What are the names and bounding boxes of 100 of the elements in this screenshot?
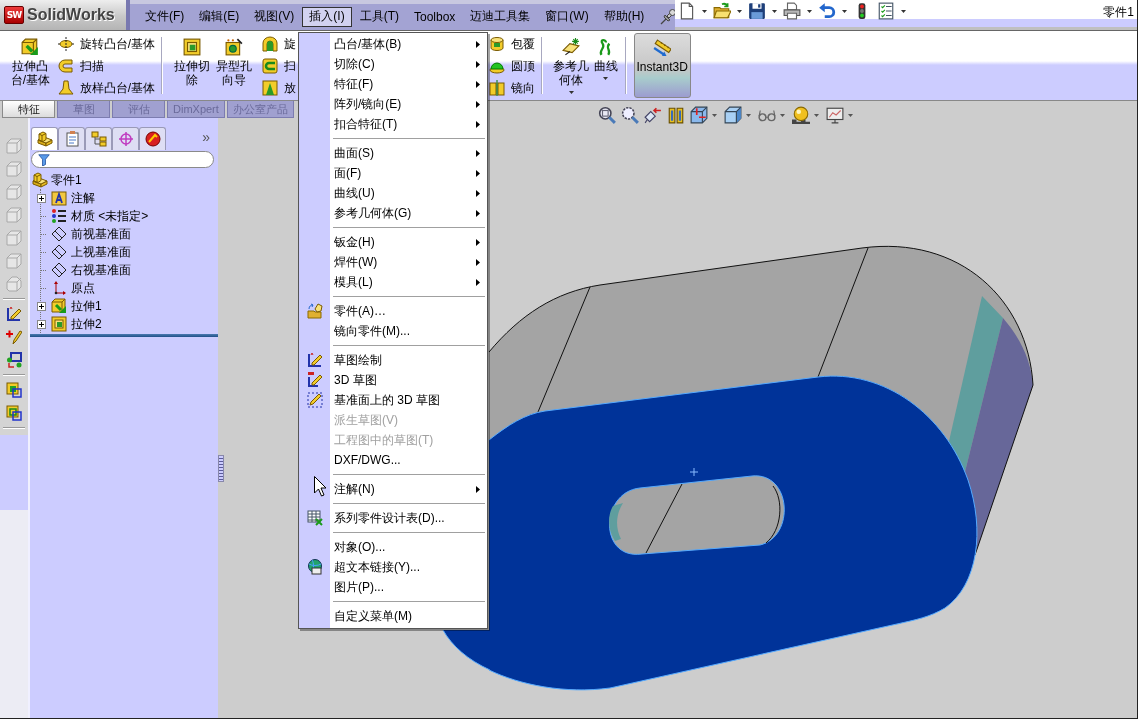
menu-item[interactable]: 曲面(S) <box>299 143 487 163</box>
tree-item[interactable]: 原点 <box>71 279 95 297</box>
menu-item[interactable]: 零件(A)… <box>299 301 487 321</box>
panel-tab[interactable] <box>31 127 58 150</box>
menu-item[interactable]: 曲线(U) <box>299 183 487 203</box>
command-button[interactable]: 镜向 <box>488 77 535 99</box>
menu-item[interactable]: 注解(N) <box>299 479 487 499</box>
menu-item[interactable]: 视图(V) <box>247 6 302 27</box>
panel-tab[interactable] <box>139 127 166 150</box>
menu-item[interactable]: 对象(O)... <box>299 537 487 557</box>
caret-icon[interactable] <box>772 10 777 13</box>
previous-view-icon[interactable] <box>644 106 662 124</box>
command-button[interactable]: 扫 <box>261 55 296 77</box>
shaded-cube-icon[interactable] <box>724 106 742 124</box>
twin-bars-icon[interactable] <box>667 106 685 124</box>
menu-item[interactable]: 超文本链接(Y)... <box>299 557 487 577</box>
command-button[interactable]: 拉伸切除 <box>170 31 213 100</box>
save-icon[interactable] <box>748 2 766 20</box>
menu-item[interactable]: Toolbox <box>407 6 463 27</box>
menu-item[interactable]: 图片(P)... <box>299 577 487 597</box>
tree-item[interactable]: 前视基准面 <box>71 225 131 243</box>
menu-item[interactable]: DXF/DWG... <box>299 450 487 470</box>
view-cube-icon[interactable] <box>690 106 708 124</box>
menu-item[interactable]: 草图绘制 <box>299 350 487 370</box>
plane-icon <box>51 244 67 260</box>
dashed-sketch-icon <box>306 392 323 408</box>
command-button[interactable]: Instant3D <box>633 33 691 98</box>
command-button[interactable]: 放样凸台/基体 <box>57 77 156 99</box>
menu-item[interactable]: 插入(I) <box>302 6 352 27</box>
ruler-arrow-icon <box>653 39 672 57</box>
menu-item[interactable]: 工具(T) <box>352 6 406 27</box>
command-button[interactable]: 放 <box>261 77 296 99</box>
command-button[interactable]: 拉伸凸台/基体 <box>9 31 52 100</box>
folder-icon[interactable] <box>713 2 731 20</box>
block-square-icon[interactable] <box>6 382 22 398</box>
menu-item[interactable]: 系列零件设计表(D)... <box>299 508 487 528</box>
filter-field[interactable] <box>31 151 214 168</box>
menu-item[interactable]: 扣合特征(T) <box>299 114 487 134</box>
caret-icon[interactable] <box>737 10 742 13</box>
document-icon[interactable] <box>678 2 696 20</box>
menu-item[interactable]: 钣金(H) <box>299 232 487 252</box>
zoom-area-icon[interactable] <box>621 106 639 124</box>
panel-tab[interactable] <box>58 127 85 150</box>
menu-item[interactable]: 特征(F) <box>299 74 487 94</box>
menu-item[interactable]: 镜向零件(M)... <box>299 321 487 341</box>
checklist-icon[interactable] <box>877 2 895 20</box>
command-button[interactable]: 曲线 <box>592 31 619 100</box>
block-frame-icon[interactable] <box>6 405 22 421</box>
expand-plus-icon[interactable] <box>36 193 46 203</box>
menu-item[interactable]: 焊件(W) <box>299 252 487 272</box>
command-button[interactable]: 异型孔向导 <box>212 31 256 100</box>
expand-plus-icon[interactable] <box>36 301 46 311</box>
tree-item[interactable]: 拉伸1 <box>71 297 102 315</box>
command-button[interactable]: 扫描 <box>57 55 156 77</box>
sphere-checker-icon[interactable] <box>792 106 810 124</box>
expand-plus-icon[interactable] <box>36 319 46 329</box>
zoom-fit-icon[interactable] <box>598 106 616 124</box>
menu-item[interactable]: 自定义菜单(M) <box>299 606 487 626</box>
rectangle-dots-icon[interactable] <box>6 352 22 368</box>
menu-item[interactable]: 模具(L) <box>299 272 487 292</box>
menu-item[interactable]: 迈迪工具集 <box>463 6 538 27</box>
command-button[interactable]: 旋转凸台/基体 <box>57 33 156 55</box>
tree-item[interactable]: 注解 <box>71 189 95 207</box>
command-button[interactable]: 圆顶 <box>488 55 535 77</box>
printer-icon[interactable] <box>783 2 801 20</box>
menu-item[interactable]: 文件(F) <box>138 6 192 27</box>
tree-item[interactable]: 上视基准面 <box>71 243 131 261</box>
menu-item[interactable]: 编辑(E) <box>192 6 247 27</box>
caret-icon[interactable] <box>901 10 906 13</box>
menu-item[interactable]: 面(F) <box>299 163 487 183</box>
panel-tab[interactable] <box>112 127 139 150</box>
menu-item[interactable]: 3D 草图 <box>299 370 487 390</box>
block-arrow-icon <box>21 38 40 56</box>
menu-item[interactable]: 参考几何体(G) <box>299 203 487 223</box>
tree-item[interactable]: 零件1 <box>51 171 82 189</box>
panel-tab[interactable] <box>85 127 112 150</box>
sketch-pencil-icon[interactable] <box>6 306 22 322</box>
menu-item[interactable]: 窗口(W) <box>538 6 596 27</box>
ribbon-tab[interactable]: 特征 <box>2 101 55 118</box>
tree-item[interactable]: 拉伸2 <box>71 315 102 333</box>
splitter-handle[interactable] <box>218 455 224 482</box>
command-button[interactable]: 包覆 <box>488 33 535 55</box>
command-button[interactable]: 旋 <box>261 33 296 55</box>
tree-item[interactable]: 右视基准面 <box>71 261 131 279</box>
menu-item[interactable]: 帮助(H) <box>596 6 652 27</box>
plus-pencil-icon[interactable] <box>6 329 22 345</box>
app-name: SolidWorks <box>27 6 115 24</box>
monitor-icon[interactable] <box>826 106 844 124</box>
caret-icon[interactable] <box>842 10 847 13</box>
caret-icon[interactable] <box>702 10 707 13</box>
caret-icon[interactable] <box>807 10 812 13</box>
tree-item[interactable]: 材质 <未指定> <box>71 207 149 225</box>
menu-item[interactable]: 阵列/镜向(E) <box>299 94 487 114</box>
block-notch-icon <box>261 80 278 96</box>
menu-item[interactable]: 切除(C) <box>299 54 487 74</box>
menu-item[interactable]: 凸台/基体(B) <box>299 34 487 54</box>
menu-item[interactable]: 基准面上的 3D 草图 <box>299 390 487 410</box>
more-tabs-chevron[interactable]: » <box>202 128 218 149</box>
undo-icon[interactable] <box>818 2 836 20</box>
command-button[interactable]: 参考几何体 <box>549 31 593 100</box>
